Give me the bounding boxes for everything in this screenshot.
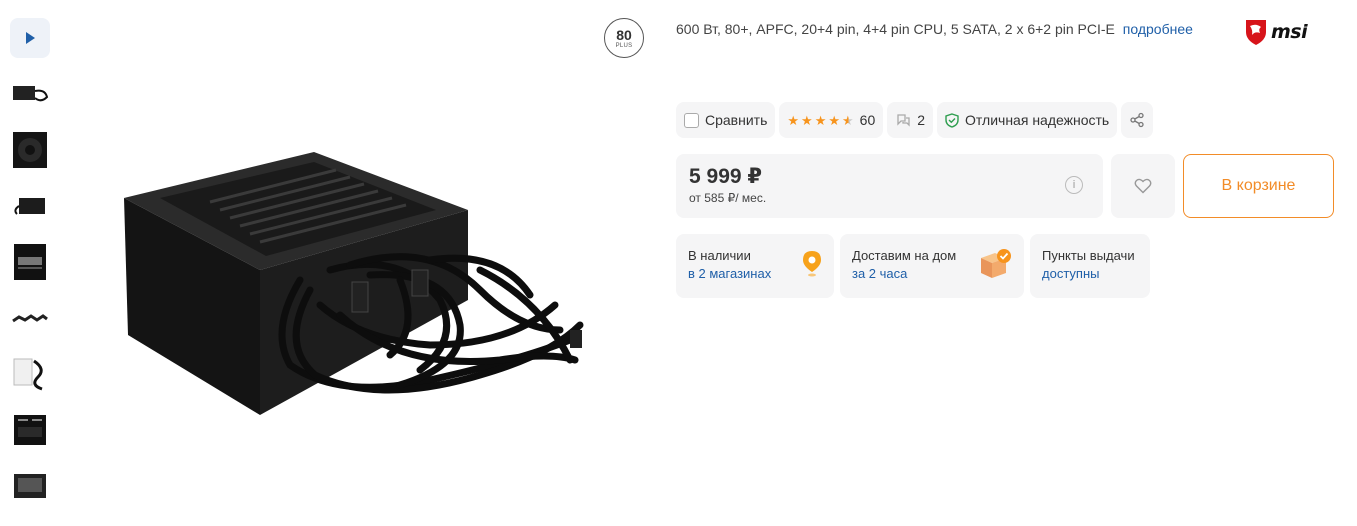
- play-icon: [26, 32, 35, 44]
- specs-text: 600 Вт, 80+, APFC, 20+4 pin, 4+4 pin CPU…: [676, 21, 1115, 37]
- star-icon: ★: [814, 112, 827, 128]
- delivery-card[interactable]: Доставим на дом за 2 часа: [840, 234, 1024, 298]
- thumbnail-1[interactable]: [10, 74, 50, 114]
- thumbnail-2[interactable]: [10, 130, 50, 170]
- brand-name: msi: [1271, 21, 1308, 43]
- star-icon: ★: [801, 112, 813, 128]
- product-short-specs: 600 Вт, 80+, APFC, 20+4 pin, 4+4 pin CPU…: [676, 21, 1193, 37]
- badge-number: 80: [616, 26, 632, 43]
- map-pin-icon: [803, 251, 821, 277]
- half-star-icon: ★: [842, 112, 854, 128]
- pickup-link[interactable]: доступны: [1042, 266, 1138, 281]
- thumbnail-3[interactable]: [10, 186, 50, 226]
- compare-button[interactable]: Сравнить: [676, 102, 776, 138]
- share-icon: [1130, 112, 1144, 128]
- chat-bubbles-icon: [897, 114, 910, 127]
- rating-button[interactable]: ★ ★ ★ ★ ★ 60: [779, 102, 884, 138]
- details-link[interactable]: подробнее: [1123, 21, 1193, 37]
- 80-plus-badge: 80 PLUS: [604, 18, 644, 58]
- star-icon: ★: [828, 112, 841, 128]
- msi-dragon-shield-icon: [1246, 20, 1266, 45]
- share-button[interactable]: [1121, 102, 1154, 138]
- compare-checkbox[interactable]: [684, 112, 699, 128]
- reliability-button[interactable]: Отличная надежность: [937, 102, 1118, 138]
- installment-price: от 585 ₽/ мес.: [689, 191, 767, 205]
- heart-icon: [1134, 178, 1152, 194]
- price-block: 5 999 ₽ от 585 ₽/ мес. i: [676, 154, 1103, 218]
- reviews-count: 60: [859, 112, 876, 128]
- pickup-points-card[interactable]: Пункты выдачи доступны: [1030, 234, 1150, 298]
- product-actions-bar: Сравнить ★ ★ ★ ★ ★ 60 2 Отличная надежно…: [676, 102, 1154, 138]
- pickup-title: Пункты выдачи: [1042, 248, 1135, 263]
- thumbnail-5[interactable]: [10, 298, 50, 338]
- delivery-box-icon: [981, 249, 1011, 278]
- in-cart-button[interactable]: В корзине: [1183, 154, 1334, 218]
- thumbnail-strip: [10, 18, 50, 506]
- shield-check-icon: [945, 112, 959, 128]
- product-main-image[interactable]: [100, 130, 620, 440]
- video-play-button[interactable]: [10, 18, 50, 58]
- questions-button[interactable]: 2: [887, 102, 934, 138]
- questions-count: 2: [917, 112, 926, 128]
- thumbnail-7[interactable]: [10, 410, 50, 450]
- reliability-label: Отличная надежность: [965, 112, 1110, 128]
- in-stock-card[interactable]: В наличии в 2 магазинах: [676, 234, 834, 298]
- wishlist-button[interactable]: [1111, 154, 1175, 218]
- rating-stars: ★ ★ ★ ★ ★: [787, 114, 853, 127]
- badge-plus-text: PLUS: [615, 42, 633, 49]
- thumbnail-6[interactable]: [10, 354, 50, 394]
- compare-label: Сравнить: [705, 112, 768, 128]
- star-icon: ★: [787, 112, 800, 128]
- info-icon[interactable]: i: [1065, 176, 1083, 194]
- availability-cards: В наличии в 2 магазинах Доставим на дом …: [676, 234, 1150, 298]
- brand-logo[interactable]: msi: [1244, 18, 1308, 46]
- thumbnail-8[interactable]: [10, 466, 50, 506]
- thumbnail-4[interactable]: [10, 242, 50, 282]
- product-price: 5 999 ₽: [689, 165, 762, 188]
